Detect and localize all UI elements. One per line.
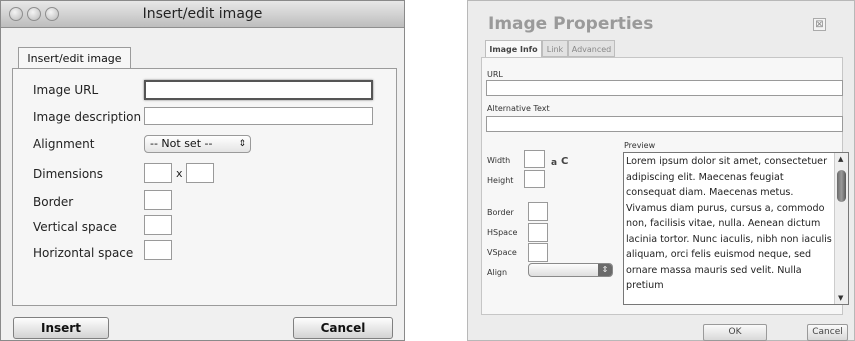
reset-size-icon[interactable]: C bbox=[561, 156, 568, 167]
title-bar: Insert/edit image bbox=[1, 1, 404, 28]
width-label: Width bbox=[487, 156, 511, 165]
preview-text: Lorem ipsum dolor sit amet, consectetuer… bbox=[626, 156, 832, 291]
window-title: Insert/edit image bbox=[142, 6, 263, 22]
tab-advanced[interactable]: Advanced bbox=[568, 40, 615, 57]
horizontal-space-input[interactable] bbox=[144, 240, 172, 260]
select-arrows-icon: ⇕ bbox=[598, 264, 612, 276]
align-select[interactable]: ⇕ bbox=[528, 263, 613, 277]
cancel-button[interactable]: Cancel bbox=[807, 324, 848, 341]
border-label: Border bbox=[487, 208, 514, 217]
dimensions-separator: x bbox=[176, 167, 183, 180]
divider bbox=[405, 0, 467, 341]
scroll-up-icon[interactable]: ▲ bbox=[838, 155, 843, 163]
select-arrows-icon: ⇕ bbox=[238, 139, 246, 149]
width-input[interactable] bbox=[524, 150, 545, 168]
vertical-space-input[interactable] bbox=[144, 215, 172, 235]
tab-insert-edit-image[interactable]: Insert/edit image bbox=[18, 47, 131, 69]
vspace-label: VSpace bbox=[487, 248, 517, 257]
alignment-select[interactable]: -- Not set -- ⇕ bbox=[144, 135, 251, 153]
hspace-label: HSpace bbox=[487, 228, 518, 237]
url-input[interactable] bbox=[486, 80, 843, 96]
tab-image-info[interactable]: Image Info bbox=[485, 40, 542, 57]
preview-scrollbar[interactable]: ▲ ▼ bbox=[834, 153, 848, 304]
url-label: URL bbox=[487, 70, 503, 79]
border-label: Border bbox=[33, 195, 74, 209]
alternative-text-input[interactable] bbox=[486, 116, 843, 132]
height-label: Height bbox=[487, 176, 514, 185]
tab-link[interactable]: Link bbox=[542, 40, 568, 57]
vertical-space-label: Vertical space bbox=[33, 220, 117, 234]
image-properties-dialog: Image Properties ⊠ Image Info Link Advan… bbox=[467, 0, 855, 341]
horizontal-space-label: Horizontal space bbox=[33, 246, 134, 260]
image-url-label: Image URL bbox=[33, 83, 99, 97]
image-description-input[interactable] bbox=[144, 107, 373, 125]
height-input[interactable] bbox=[524, 170, 545, 188]
vspace-input[interactable] bbox=[528, 243, 548, 262]
alignment-selected-value: -- Not set -- bbox=[150, 137, 213, 150]
scroll-thumb[interactable] bbox=[837, 170, 846, 202]
cancel-button[interactable]: Cancel bbox=[293, 317, 393, 339]
border-input[interactable] bbox=[144, 190, 172, 210]
border-input[interactable] bbox=[528, 202, 548, 221]
insert-button[interactable]: Insert bbox=[13, 317, 109, 339]
dimension-height-input[interactable] bbox=[186, 163, 214, 183]
dialog-title: Image Properties bbox=[488, 14, 654, 34]
scroll-down-icon[interactable]: ▼ bbox=[838, 294, 843, 302]
preview-area: Lorem ipsum dolor sit amet, consectetuer… bbox=[623, 152, 849, 305]
alignment-label: Alignment bbox=[33, 137, 95, 151]
close-icon[interactable]: ⊠ bbox=[813, 18, 826, 31]
preview-label: Preview bbox=[624, 141, 656, 150]
image-properties-panel: Image URL Image description Alignment --… bbox=[12, 68, 397, 306]
alternative-text-label: Alternative Text bbox=[487, 104, 550, 113]
image-description-label: Image description bbox=[33, 110, 142, 124]
ok-button[interactable]: OK bbox=[703, 324, 767, 341]
image-url-input[interactable] bbox=[144, 80, 373, 100]
hspace-input[interactable] bbox=[528, 223, 548, 242]
insert-edit-image-dialog: Insert/edit image Insert/edit image Imag… bbox=[0, 0, 405, 341]
dimension-width-input[interactable] bbox=[144, 163, 172, 183]
align-label: Align bbox=[487, 268, 508, 277]
dimensions-label: Dimensions bbox=[33, 167, 104, 181]
lock-ratio-icon[interactable]: a bbox=[551, 158, 557, 168]
